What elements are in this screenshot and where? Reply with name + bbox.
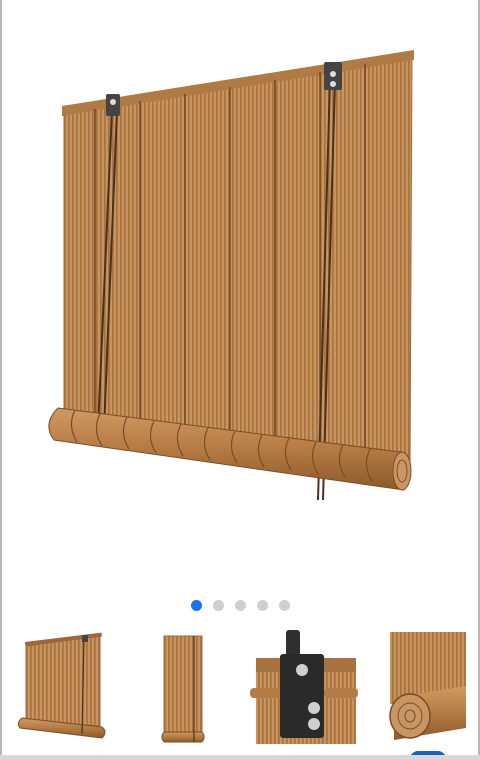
pagination-dot-1[interactable] xyxy=(190,600,202,611)
bottom-border xyxy=(0,755,480,759)
thumbnail-rolled-closeup[interactable] xyxy=(388,628,480,746)
main-product-image[interactable] xyxy=(0,0,480,590)
pagination-dot-3[interactable] xyxy=(234,600,246,611)
thumbnail-bracket-closeup[interactable] xyxy=(250,628,358,746)
pagination-dot-4[interactable] xyxy=(256,600,268,611)
thumbnail-blind-front[interactable] xyxy=(140,628,248,746)
pagination-dot-2[interactable] xyxy=(212,600,224,611)
pagination-dot-5[interactable] xyxy=(278,600,290,611)
thumbnail-blind-angle[interactable] xyxy=(14,628,122,746)
pagination-dots xyxy=(0,600,480,614)
thumbnail-strip xyxy=(0,628,480,748)
